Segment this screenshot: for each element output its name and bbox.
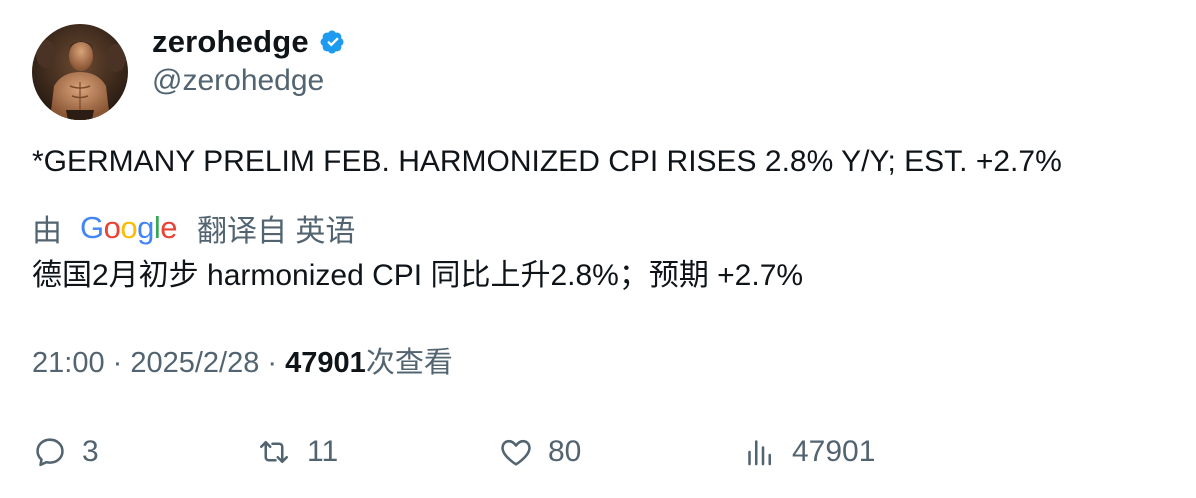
google-logo-letter: o: [103, 210, 121, 245]
translated-text: 德国2月初步 harmonized CPI 同比上升2.8%；预期 +2.7%: [32, 259, 804, 292]
retweet-button[interactable]: 11: [255, 428, 338, 476]
verified-badge-icon: [318, 27, 348, 57]
tweet-date[interactable]: 2025/2/28: [130, 347, 259, 379]
reply-icon: [32, 434, 68, 470]
translation-attribution[interactable]: 由 Google 翻译自 英语: [32, 208, 355, 248]
google-logo: Google: [80, 210, 178, 246]
reply-button[interactable]: 3: [32, 428, 99, 476]
action-bar: 3 11 80 47901: [0, 428, 1196, 476]
meta-separator: ·: [259, 347, 286, 379]
like-count: 80: [548, 435, 582, 468]
reply-count: 3: [82, 435, 99, 468]
tweet-meta: 21:00 · 2025/2/28 · 47901次查看: [32, 344, 453, 382]
avatar-image: [32, 24, 128, 120]
google-logo-letter: g: [137, 210, 154, 245]
tweet-card: zerohedge @zerohedge *GERMANY PRELIM FEB…: [0, 0, 1196, 498]
heart-icon: [498, 434, 534, 470]
display-name[interactable]: zerohedge: [152, 24, 309, 60]
views-action-count: 47901: [792, 435, 876, 468]
views-label: 次查看: [365, 347, 453, 379]
google-logo-letter: o: [120, 210, 138, 245]
google-logo-letter: e: [160, 210, 178, 245]
author-row: zerohedge: [152, 22, 348, 62]
views-chart-icon: [742, 434, 778, 470]
author-handle[interactable]: @zerohedge: [152, 62, 324, 100]
retweet-icon: [255, 434, 293, 470]
translation-prefix: 由: [32, 215, 62, 248]
meta-separator: ·: [104, 347, 131, 379]
tweet-time[interactable]: 21:00: [32, 347, 105, 379]
retweet-count: 11: [307, 435, 339, 468]
translation-source-language[interactable]: 翻译自 英语: [197, 206, 355, 250]
avatar[interactable]: [32, 24, 128, 120]
tweet-text: *GERMANY PRELIM FEB. HARMONIZED CPI RISE…: [32, 145, 1062, 178]
like-button[interactable]: 80: [498, 428, 581, 476]
views-count: 47901: [285, 347, 366, 379]
google-logo-letter: G: [80, 210, 104, 245]
views-button[interactable]: 47901: [742, 428, 875, 476]
